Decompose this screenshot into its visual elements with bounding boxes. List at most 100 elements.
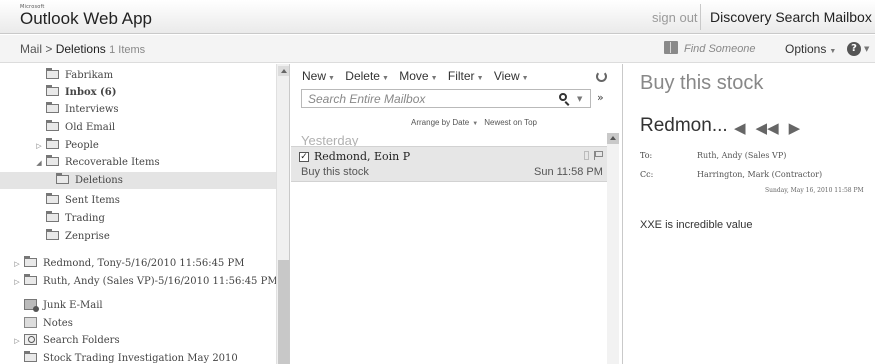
item-count: 1 Items [109, 44, 146, 56]
reply-all-icon[interactable]: ◀◀ [756, 119, 779, 137]
folder-icon [46, 193, 59, 204]
cc-recipient[interactable]: Harrington, Mark (Contractor) [697, 170, 822, 179]
collapse-icon[interactable]: » [597, 91, 604, 104]
chevron-down-icon: ▼ [829, 48, 837, 55]
folder-item[interactable]: Fabrikam [0, 67, 276, 84]
folder-label: People [65, 140, 99, 151]
folder-item[interactable]: Sent Items [0, 192, 276, 209]
chevron-down-icon: ▼ [381, 75, 389, 82]
breadcrumb-root[interactable]: Mail [20, 42, 42, 56]
expand-icon[interactable]: ▷ [13, 333, 21, 350]
help-icon: ? [847, 42, 861, 56]
arrange-by-button[interactable]: Arrange by Date [411, 118, 469, 127]
folder-item[interactable]: Deletions [0, 172, 276, 189]
cc-label: Cc: [640, 170, 654, 179]
message-checkbox[interactable]: ✓ [299, 152, 309, 162]
folder-label: Zenprise [65, 231, 110, 242]
folder-item[interactable]: Trading [0, 210, 276, 227]
to-label: To: [640, 151, 653, 160]
move-button[interactable]: Move ▼ [399, 69, 437, 83]
scroll-thumb[interactable] [278, 260, 289, 364]
options-button[interactable]: Options ▼ [785, 42, 836, 56]
breadcrumb-separator: > [45, 42, 53, 56]
scroll-up-button[interactable] [607, 133, 619, 144]
scroll-up-button[interactable] [278, 66, 289, 76]
arrange-bar: Arrange by Date ▼ Newest on Top [411, 118, 537, 127]
sign-out-link[interactable]: sign out [652, 10, 698, 25]
folder-item[interactable]: ▷ Redmond, Tony-5/16/2010 11:56:45 PM [0, 255, 276, 272]
folder-label: Inbox (6) [65, 87, 117, 98]
folder-label: Interviews [65, 104, 119, 115]
app-title: Outlook Web App [20, 9, 152, 28]
folder-label: Recoverable Items [65, 157, 160, 168]
chevron-down-icon: ▼ [476, 75, 484, 82]
folder-item[interactable]: Zenprise [0, 228, 276, 245]
junk-mail-icon [24, 299, 39, 312]
reply-icon[interactable]: ◀ [734, 119, 746, 137]
folder-label: Trading [65, 213, 105, 224]
view-button[interactable]: View ▼ [494, 69, 529, 83]
folder-label: Deletions [75, 175, 123, 186]
to-recipient[interactable]: Ruth, Andy (Sales VP) [697, 151, 786, 160]
chevron-down-icon: ▼ [328, 75, 335, 82]
folder-icon [46, 68, 59, 79]
filter-button[interactable]: Filter ▼ [448, 69, 484, 83]
help-button[interactable]: ? ▼ [847, 41, 869, 56]
folder-item[interactable]: Inbox (6) [0, 84, 276, 101]
folder-label: Junk E-Mail [43, 300, 103, 311]
flag-icon[interactable] [594, 151, 603, 160]
message-time: Sun 11:58 PM [534, 166, 603, 178]
find-someone-label: Find Someone [684, 43, 756, 55]
folder-icon [46, 138, 59, 149]
category-icon[interactable] [584, 151, 589, 160]
top-header: Microsoft Outlook Web App sign out Disco… [0, 0, 875, 34]
search-icon[interactable] [559, 93, 567, 101]
collapse-icon[interactable]: ◢ [35, 155, 43, 172]
reading-pane: Buy this stock Redmon... ◀ ◀◀ ▶ To: Ruth, … [624, 64, 875, 364]
folder-label: Redmond, Tony-5/16/2010 11:56:45 PM [43, 258, 245, 269]
expand-icon[interactable]: ▷ [13, 274, 21, 291]
folder-icon [56, 173, 69, 184]
forward-icon[interactable]: ▶ [789, 119, 801, 137]
refresh-icon[interactable] [596, 71, 607, 82]
folder-item[interactable]: Notes [0, 315, 276, 332]
folder-item[interactable]: Old Email [0, 119, 276, 136]
chevron-down-icon[interactable]: ▼ [577, 95, 582, 103]
folder-icon [46, 211, 59, 222]
chevron-down-icon: ▼ [864, 45, 870, 53]
delete-label: Delete [345, 69, 380, 83]
folder-item[interactable]: ▷ Ruth, Andy (Sales VP)-5/16/2010 11:56:4… [0, 273, 278, 291]
message-body: XXE is incredible value [640, 219, 753, 231]
folder-item[interactable]: Stock Trading Investigation May 2010 [0, 350, 276, 364]
move-label: Move [399, 69, 429, 83]
folder-icon [24, 274, 37, 285]
breadcrumb-bar: Mail > Deletions 1 Items Find Someone Op… [0, 35, 875, 63]
find-someone-button[interactable]: Find Someone [664, 41, 756, 55]
folder-item[interactable]: ▷ People [0, 137, 276, 154]
expand-icon[interactable]: ▷ [13, 256, 21, 273]
folder-item[interactable]: ▷ Search Folders [0, 332, 276, 349]
folder-label: Search Folders [43, 335, 120, 346]
folder-item[interactable]: Interviews [0, 101, 276, 118]
sort-order-button[interactable]: Newest on Top [484, 118, 537, 127]
delete-button[interactable]: Delete ▼ [345, 69, 389, 83]
folder-item[interactable]: ◢ Recoverable Items [0, 154, 276, 171]
sent-date: Sunday, May 16, 2010 11:58 PM [765, 187, 864, 194]
breadcrumb-current: Deletions [55, 42, 106, 56]
account-menu[interactable]: Discovery Search Mailbox▼ [700, 4, 875, 30]
chevron-down-icon[interactable]: ▼ [472, 121, 478, 127]
chevron-down-icon: ▼ [430, 75, 438, 82]
folder-label: Fabrikam [65, 70, 114, 81]
expand-icon[interactable]: ▷ [35, 138, 43, 155]
reading-sender[interactable]: Redmon... [640, 115, 728, 137]
new-button[interactable]: New ▼ [302, 69, 335, 83]
folder-scrollbar[interactable] [276, 64, 289, 364]
folder-item[interactable]: Junk E-Mail [0, 297, 276, 314]
folder-icon [46, 85, 59, 96]
search-input[interactable] [302, 90, 542, 107]
list-scrollbar[interactable] [607, 133, 619, 364]
message-row[interactable]: ✓ Redmond, Eoin P Buy this stock Sun 11:… [291, 146, 607, 182]
folder-icon [24, 351, 37, 362]
reading-subject: Buy this stock [640, 72, 764, 94]
folder-icon [46, 102, 59, 113]
